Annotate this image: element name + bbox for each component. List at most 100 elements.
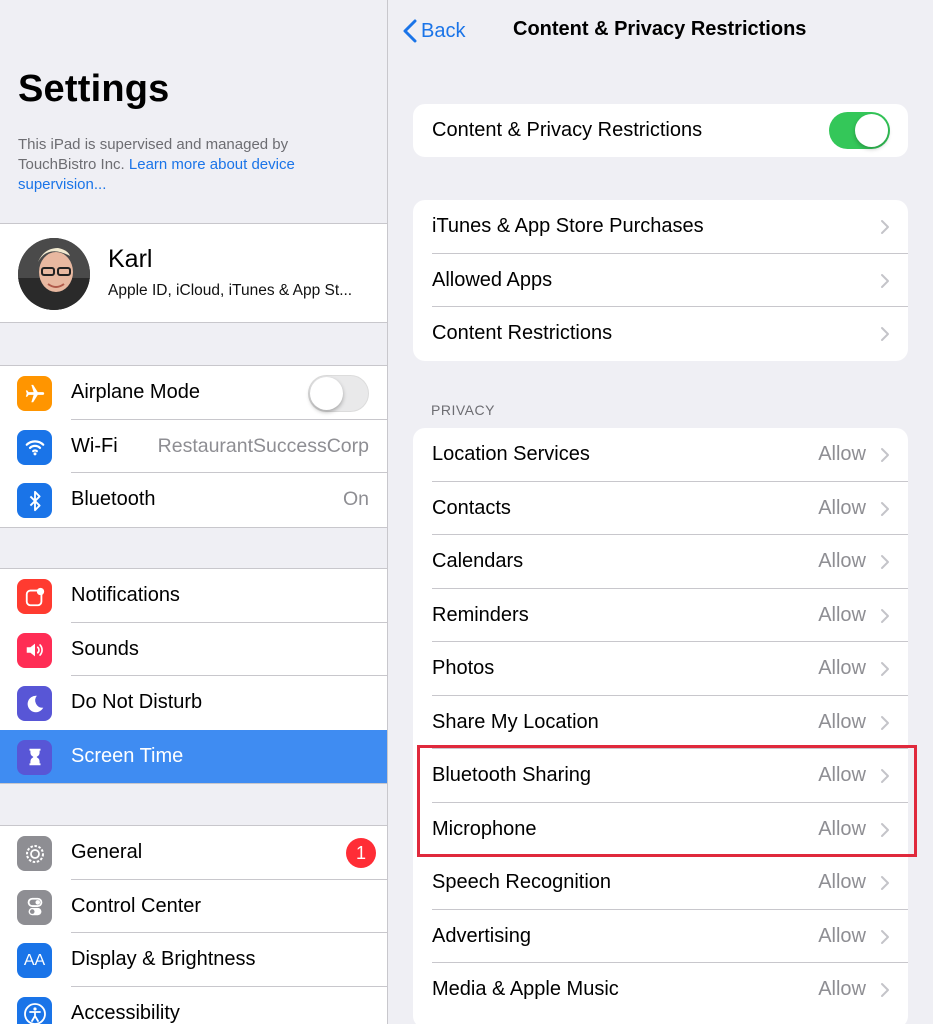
- row-label: Bluetooth Sharing: [432, 764, 592, 787]
- chevron-right-icon: [881, 876, 889, 890]
- row-label: Advertising: [432, 924, 531, 947]
- avatar: [18, 238, 90, 310]
- row-value: Allow: [818, 817, 866, 840]
- notification-badge: 1: [346, 838, 376, 868]
- sidebar-item-label: Sounds: [71, 637, 139, 660]
- row-value: Allow: [818, 978, 866, 1001]
- sidebar-item-bluetooth[interactable]: Bluetooth On: [0, 473, 387, 527]
- chevron-right-icon: [881, 448, 889, 462]
- sidebar-item-accessibility[interactable]: Accessibility: [0, 987, 387, 1024]
- airplane-icon: [17, 376, 52, 411]
- notifications-icon: [17, 579, 52, 614]
- settings-sidebar: Settings This iPad is supervised and man…: [0, 0, 388, 1024]
- sidebar-item-airplane-mode[interactable]: Airplane Mode: [0, 366, 387, 420]
- store-restrictions-card: iTunes & App Store Purchases Allowed App…: [413, 200, 908, 361]
- sidebar-item-display-brightness[interactable]: AA Display & Brightness: [0, 933, 387, 987]
- sidebar-item-label: Accessibility: [71, 1001, 180, 1024]
- row-label: Microphone: [432, 817, 537, 840]
- row-location-services[interactable]: Location Services Allow: [413, 428, 908, 482]
- chevron-left-icon: [403, 19, 417, 43]
- chevron-right-icon: [881, 555, 889, 569]
- wifi-network-value: RestaurantSuccessCorp: [157, 434, 369, 457]
- sidebar-item-label: Bluetooth: [71, 488, 156, 511]
- sidebar-item-general[interactable]: General 1: [0, 826, 387, 880]
- chevron-right-icon: [881, 273, 889, 288]
- sidebar-item-label: Screen Time: [71, 744, 184, 767]
- row-value: Allow: [818, 924, 866, 947]
- toggle-knob: [855, 114, 888, 147]
- sidebar-item-label: Do Not Disturb: [71, 691, 203, 714]
- row-label: Speech Recognition: [432, 871, 612, 894]
- row-label: iTunes & App Store Purchases: [432, 215, 704, 238]
- row-value: Allow: [818, 603, 866, 626]
- row-reminders[interactable]: Reminders Allow: [413, 589, 908, 642]
- row-value: Allow: [818, 764, 866, 787]
- nav-title: Content & Privacy Restrictions: [513, 18, 807, 40]
- sidebar-item-control-center[interactable]: Control Center: [0, 880, 387, 933]
- profile-name: Karl: [108, 245, 153, 273]
- moon-icon: [17, 686, 52, 721]
- chevron-right-icon: [881, 715, 889, 730]
- content-privacy-toggle-row: Content & Privacy Restrictions: [413, 104, 908, 158]
- row-bluetooth-sharing[interactable]: Bluetooth Sharing Allow: [413, 749, 908, 803]
- sidebar-item-do-not-disturb[interactable]: Do Not Disturb: [0, 676, 387, 730]
- control-center-icon: [17, 889, 52, 925]
- airplane-mode-toggle[interactable]: [308, 375, 369, 412]
- toggle-row-label: Content & Privacy Restrictions: [432, 119, 703, 142]
- privacy-card: Location Services Allow Contacts Allow C…: [413, 428, 908, 1024]
- row-itunes-app-store[interactable]: iTunes & App Store Purchases: [413, 200, 908, 254]
- row-value: Allow: [818, 496, 866, 519]
- detail-pane: Back Content & Privacy Restrictions Cont…: [389, 0, 933, 1024]
- row-photos[interactable]: Photos Allow: [413, 642, 908, 696]
- sidebar-item-label: Wi-Fi: [71, 434, 118, 457]
- master-toggle-card: Content & Privacy Restrictions: [413, 104, 908, 157]
- apple-id-profile[interactable]: Karl Apple ID, iCloud, iTunes & App St..…: [0, 223, 387, 323]
- accessibility-icon: [17, 996, 52, 1024]
- row-label: Share My Location: [432, 710, 599, 733]
- row-share-my-location[interactable]: Share My Location Allow: [413, 696, 908, 749]
- content-privacy-toggle[interactable]: [829, 112, 890, 149]
- page-title: Settings: [18, 68, 170, 110]
- chevron-right-icon: [881, 983, 889, 997]
- row-value: Allow: [818, 443, 866, 466]
- sidebar-item-wifi[interactable]: Wi-Fi RestaurantSuccessCorp: [0, 420, 387, 473]
- row-contacts[interactable]: Contacts Allow: [413, 482, 908, 535]
- sidebar-item-label: Control Center: [71, 894, 202, 917]
- row-value: Allow: [818, 657, 866, 680]
- chevron-right-icon: [881, 608, 889, 623]
- sidebar-item-label: Notifications: [71, 584, 180, 607]
- bluetooth-icon: [17, 483, 52, 518]
- sidebar-item-notifications[interactable]: Notifications: [0, 569, 387, 623]
- sounds-icon: [17, 632, 52, 668]
- row-value: Allow: [818, 550, 866, 573]
- sidebar-item-label: Display & Brightness: [71, 948, 256, 971]
- supervision-notice: This iPad is supervised and managed by T…: [18, 135, 368, 195]
- sidebar-item-label: General: [71, 841, 143, 864]
- row-allowed-apps[interactable]: Allowed Apps: [413, 254, 908, 307]
- row-advertising[interactable]: Advertising Allow: [413, 910, 908, 963]
- hourglass-icon: [17, 739, 52, 775]
- sidebar-item-sounds[interactable]: Sounds: [0, 623, 387, 676]
- row-content-restrictions[interactable]: Content Restrictions: [413, 307, 908, 361]
- row-label: Photos: [432, 657, 495, 680]
- chevron-right-icon: [881, 929, 889, 944]
- chevron-right-icon: [881, 501, 889, 516]
- profile-subtitle: Apple ID, iCloud, iTunes & App St...: [108, 282, 353, 299]
- chevron-right-icon: [881, 327, 889, 341]
- sidebar-item-screen-time[interactable]: Screen Time: [0, 729, 387, 783]
- display-icon: AA: [17, 943, 52, 978]
- row-label: Allowed Apps: [432, 268, 553, 291]
- row-media-apple-music[interactable]: Media & Apple Music Allow: [413, 963, 908, 1017]
- row-calendars[interactable]: Calendars Allow: [413, 535, 908, 589]
- chevron-right-icon: [881, 769, 889, 783]
- row-label: Location Services: [432, 443, 590, 466]
- row-label: Calendars: [432, 550, 524, 573]
- row-speech-recognition[interactable]: Speech Recognition Allow: [413, 856, 908, 910]
- row-microphone[interactable]: Microphone Allow: [413, 803, 908, 856]
- chevron-right-icon: [881, 822, 889, 837]
- toggle-knob: [310, 377, 343, 410]
- back-button[interactable]: Back: [403, 16, 465, 46]
- chevron-right-icon: [881, 662, 889, 676]
- bluetooth-status-value: On: [342, 488, 369, 511]
- row-value: Allow: [818, 871, 866, 894]
